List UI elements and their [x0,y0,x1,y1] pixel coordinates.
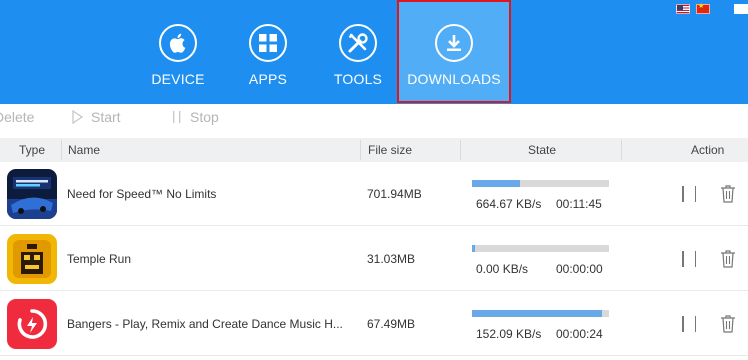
download-progress-bar [472,180,609,187]
apple-icon [159,24,197,62]
stop-button[interactable]: Stop [172,109,219,125]
download-progress-bar [472,310,609,317]
table-row[interactable]: Need for Speed™ No Limits 701.94MB 664.6… [0,162,748,226]
progress-fill [472,180,520,187]
file-size: 67.49MB [367,317,416,331]
pause-download-button[interactable] [682,186,696,202]
download-speed: 0.00 KB/s [476,262,529,276]
pause-icon [173,111,181,123]
start-button[interactable]: Start [72,109,121,125]
download-icon [435,24,473,62]
nav-downloads-label: DOWNLOADS [407,71,501,87]
nav-device[interactable]: DEVICE [146,0,210,104]
blank-flag-icon[interactable] [734,4,748,14]
us-flag-icon[interactable] [676,4,690,14]
temple-run-app-icon [7,234,57,284]
table-row[interactable]: Bangers - Play, Remix and Create Dance M… [0,292,748,356]
app-name: Temple Run [67,252,132,266]
china-flag-icon[interactable] [696,2,710,14]
nav-device-label: DEVICE [151,71,205,87]
trash-icon[interactable] [720,314,736,334]
trash-icon[interactable] [720,184,736,204]
pause-download-button[interactable] [682,316,696,332]
table-row[interactable]: Temple Run 31.03MB 0.00 KB/s 00:00:00 [0,227,748,291]
trash-icon[interactable] [720,249,736,269]
app-name: Bangers - Play, Remix and Create Dance M… [67,317,343,331]
column-header-name[interactable]: Name [68,143,100,157]
time-remaining: 00:00:00 [556,262,603,276]
top-nav-bar: DEVICE APPS TOOLS [0,0,748,104]
nav-downloads[interactable]: DOWNLOADS [397,0,511,103]
nav-apps-label: APPS [248,71,288,87]
time-remaining: 00:11:45 [556,197,602,211]
need-for-speed-app-icon [7,169,57,219]
download-toolbar: Delete Start Stop [0,104,748,138]
column-header-type[interactable]: Type [19,143,45,157]
pause-download-button[interactable] [682,251,696,267]
nav-tools-label: TOOLS [333,71,383,87]
delete-button-label: Delete [0,109,35,125]
time-remaining: 00:00:24 [556,327,603,341]
stop-button-label: Stop [190,109,219,125]
table-header: Type Name File size State Action [0,138,748,162]
file-size: 31.03MB [367,252,416,266]
app-name: Need for Speed™ No Limits [67,187,217,201]
column-header-file-size[interactable]: File size [368,143,412,157]
nav-tools[interactable]: TOOLS [326,0,390,104]
progress-fill [472,245,475,252]
download-speed: 664.67 KB/s [476,197,542,211]
download-speed: 152.09 KB/s [476,327,542,341]
progress-fill [472,310,603,317]
column-header-action[interactable]: Action [691,143,724,157]
delete-button[interactable]: Delete [0,109,34,125]
start-button-label: Start [91,109,121,125]
language-flags [676,2,748,14]
play-icon [72,110,83,124]
download-progress-bar [472,245,609,252]
tools-icon [339,24,377,62]
bangers-app-icon [7,299,57,349]
apps-grid-icon [249,24,287,62]
file-size: 701.94MB [367,187,422,201]
nav-apps[interactable]: APPS [240,0,296,104]
column-header-state[interactable]: State [528,143,556,157]
